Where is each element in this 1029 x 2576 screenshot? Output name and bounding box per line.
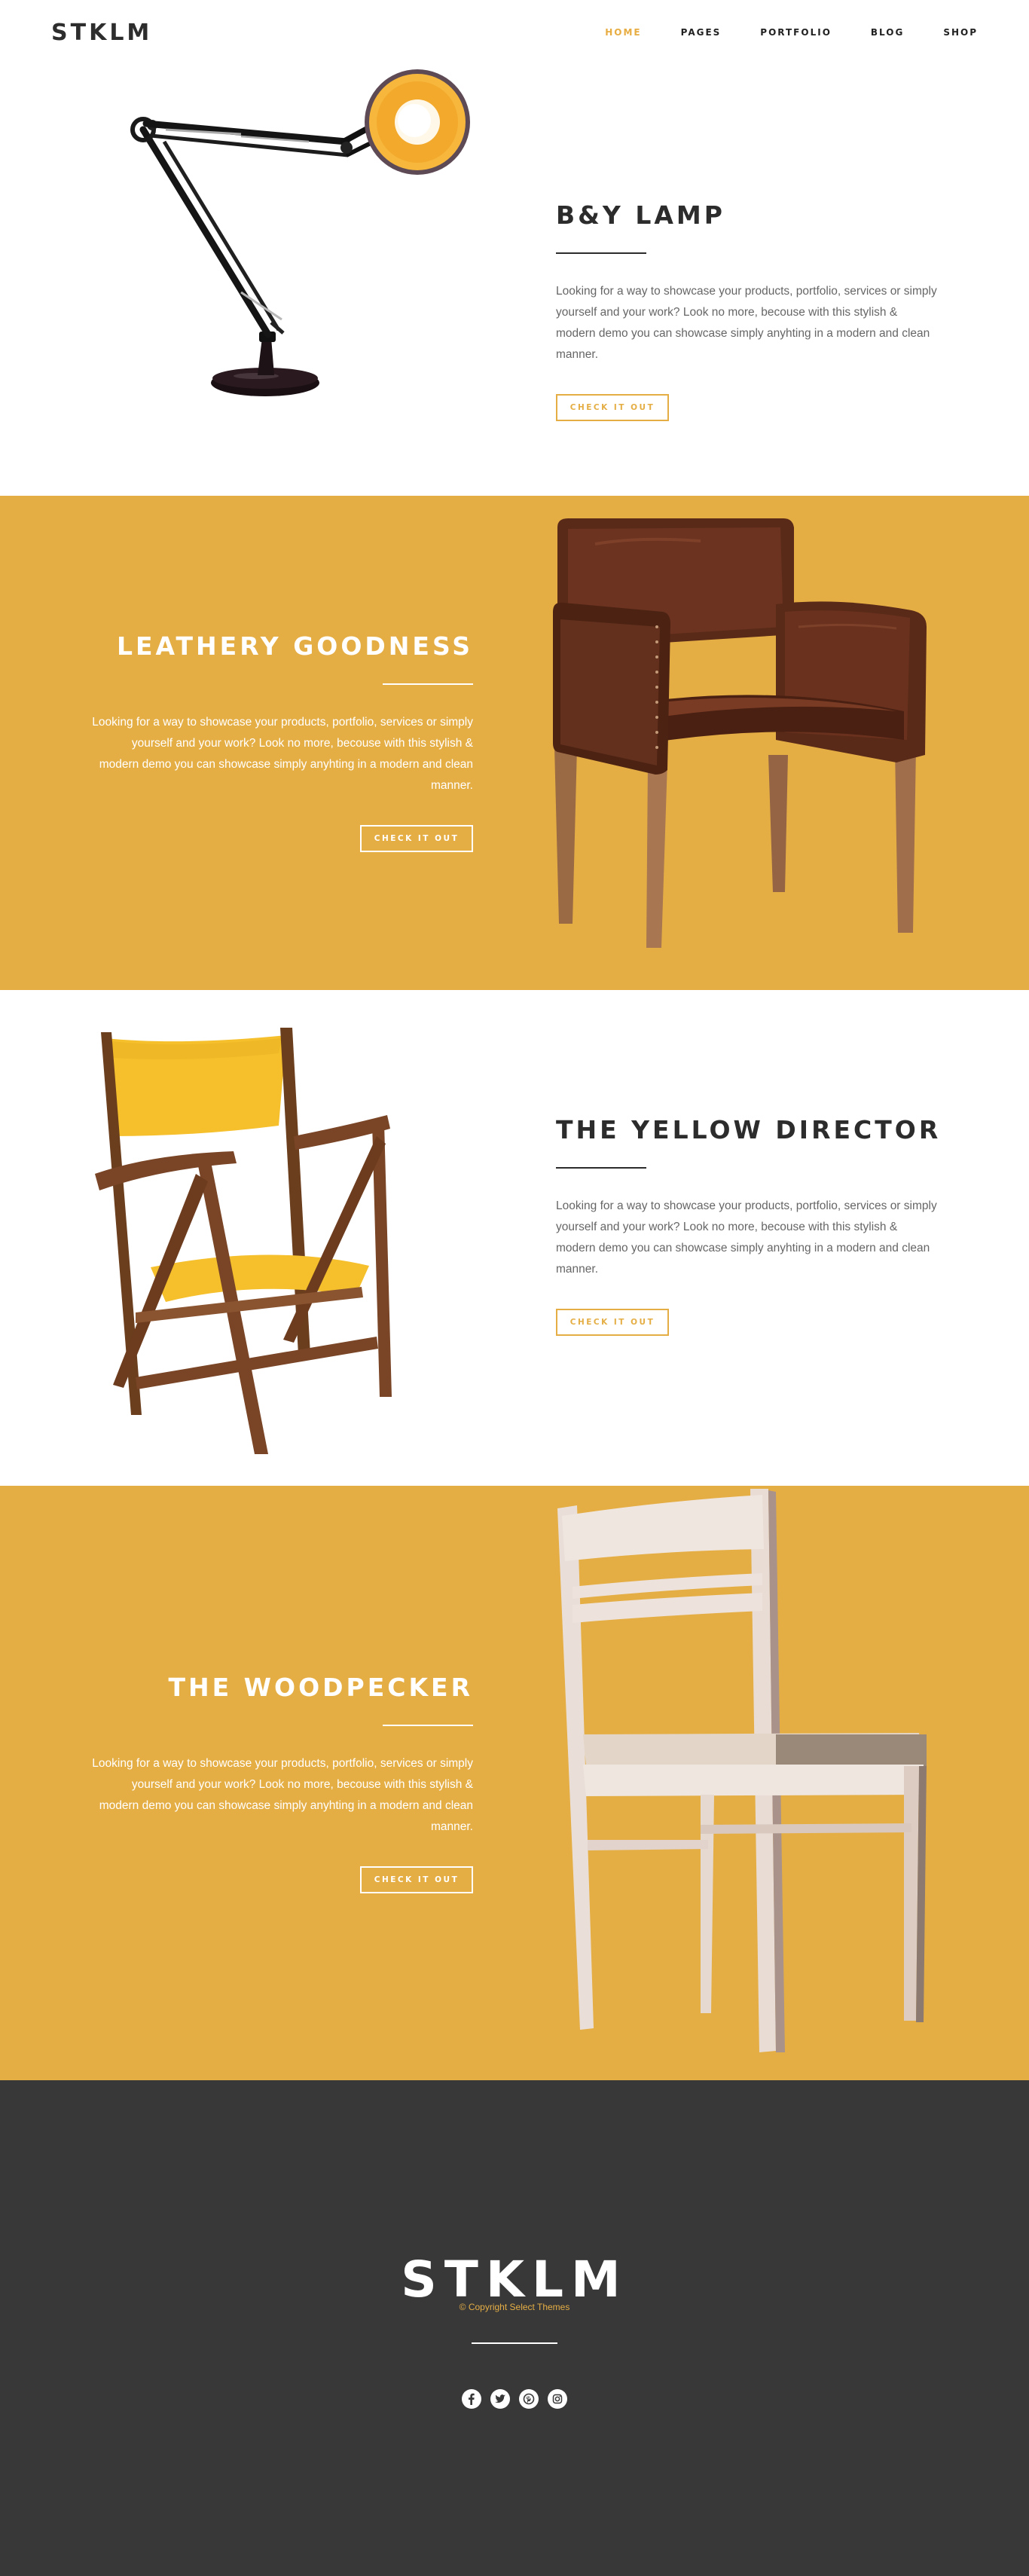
director-chair-illustration xyxy=(90,1023,482,1460)
nav-shop[interactable]: SHOP xyxy=(943,27,978,38)
leather-chair-text: LEATHERY GOODNESS Looking for a way to s… xyxy=(89,631,473,852)
facebook-icon[interactable] xyxy=(462,2389,481,2409)
product-section-director-chair: THE YELLOW DIRECTOR Looking for a way to… xyxy=(0,990,1029,1486)
product-description: Looking for a way to showcase your produ… xyxy=(92,716,473,792)
copyright-text: © Copyright Select Themes xyxy=(459,2302,570,2312)
lamp-illustration xyxy=(90,66,482,413)
site-footer: STKLM © Copyright Select Themes xyxy=(0,2080,1029,2576)
title-divider xyxy=(556,1167,646,1169)
product-description: Looking for a way to showcase your produ… xyxy=(556,285,937,361)
product-title: THE YELLOW DIRECTOR xyxy=(556,1115,942,1144)
social-links xyxy=(0,2389,1029,2409)
footer-logo[interactable]: STKLM xyxy=(0,2251,1029,2309)
product-section-leather-chair: LEATHERY GOODNESS Looking for a way to s… xyxy=(0,496,1029,990)
site-logo[interactable]: STKLM xyxy=(51,20,152,46)
product-title: B&Y LAMP xyxy=(556,200,725,230)
check-it-out-button[interactable]: CHECK IT OUT xyxy=(556,1309,669,1336)
nav-blog[interactable]: BLOG xyxy=(871,27,904,38)
footer-divider xyxy=(472,2342,557,2344)
site-header: STKLM HOME PAGES PORTFOLIO BLOG SHOP xyxy=(0,0,1029,66)
check-it-out-button[interactable]: CHECK IT OUT xyxy=(360,1866,473,1893)
wooden-chair-illustration xyxy=(550,1486,942,2058)
product-title: LEATHERY GOODNESS xyxy=(116,631,473,661)
title-divider xyxy=(383,683,473,685)
lamp-text: B&Y LAMP Looking for a way to showcase y… xyxy=(556,200,940,421)
director-chair-text: THE YELLOW DIRECTOR Looking for a way to… xyxy=(556,1115,940,1336)
instagram-icon[interactable] xyxy=(548,2389,567,2409)
woodpecker-text: THE WOODPECKER Looking for a way to show… xyxy=(89,1673,473,1893)
nav-pages[interactable]: PAGES xyxy=(681,27,722,38)
product-title: THE WOODPECKER xyxy=(168,1673,473,1702)
title-divider xyxy=(383,1725,473,1726)
title-divider xyxy=(556,252,646,254)
main-nav: HOME PAGES PORTFOLIO BLOG SHOP xyxy=(566,27,978,38)
leather-armchair-illustration xyxy=(550,514,942,966)
product-description: Looking for a way to showcase your produ… xyxy=(92,1757,473,1833)
check-it-out-button[interactable]: CHECK IT OUT xyxy=(360,825,473,852)
nav-portfolio[interactable]: PORTFOLIO xyxy=(760,27,832,38)
product-description: Looking for a way to showcase your produ… xyxy=(556,1199,937,1276)
product-section-woodpecker: THE WOODPECKER Looking for a way to show… xyxy=(0,1486,1029,2080)
product-section-lamp: B&Y LAMP Looking for a way to showcase y… xyxy=(0,66,1029,496)
twitter-icon[interactable] xyxy=(490,2389,510,2409)
pinterest-icon[interactable] xyxy=(519,2389,539,2409)
nav-home[interactable]: HOME xyxy=(605,27,641,38)
check-it-out-button[interactable]: CHECK IT OUT xyxy=(556,394,669,421)
